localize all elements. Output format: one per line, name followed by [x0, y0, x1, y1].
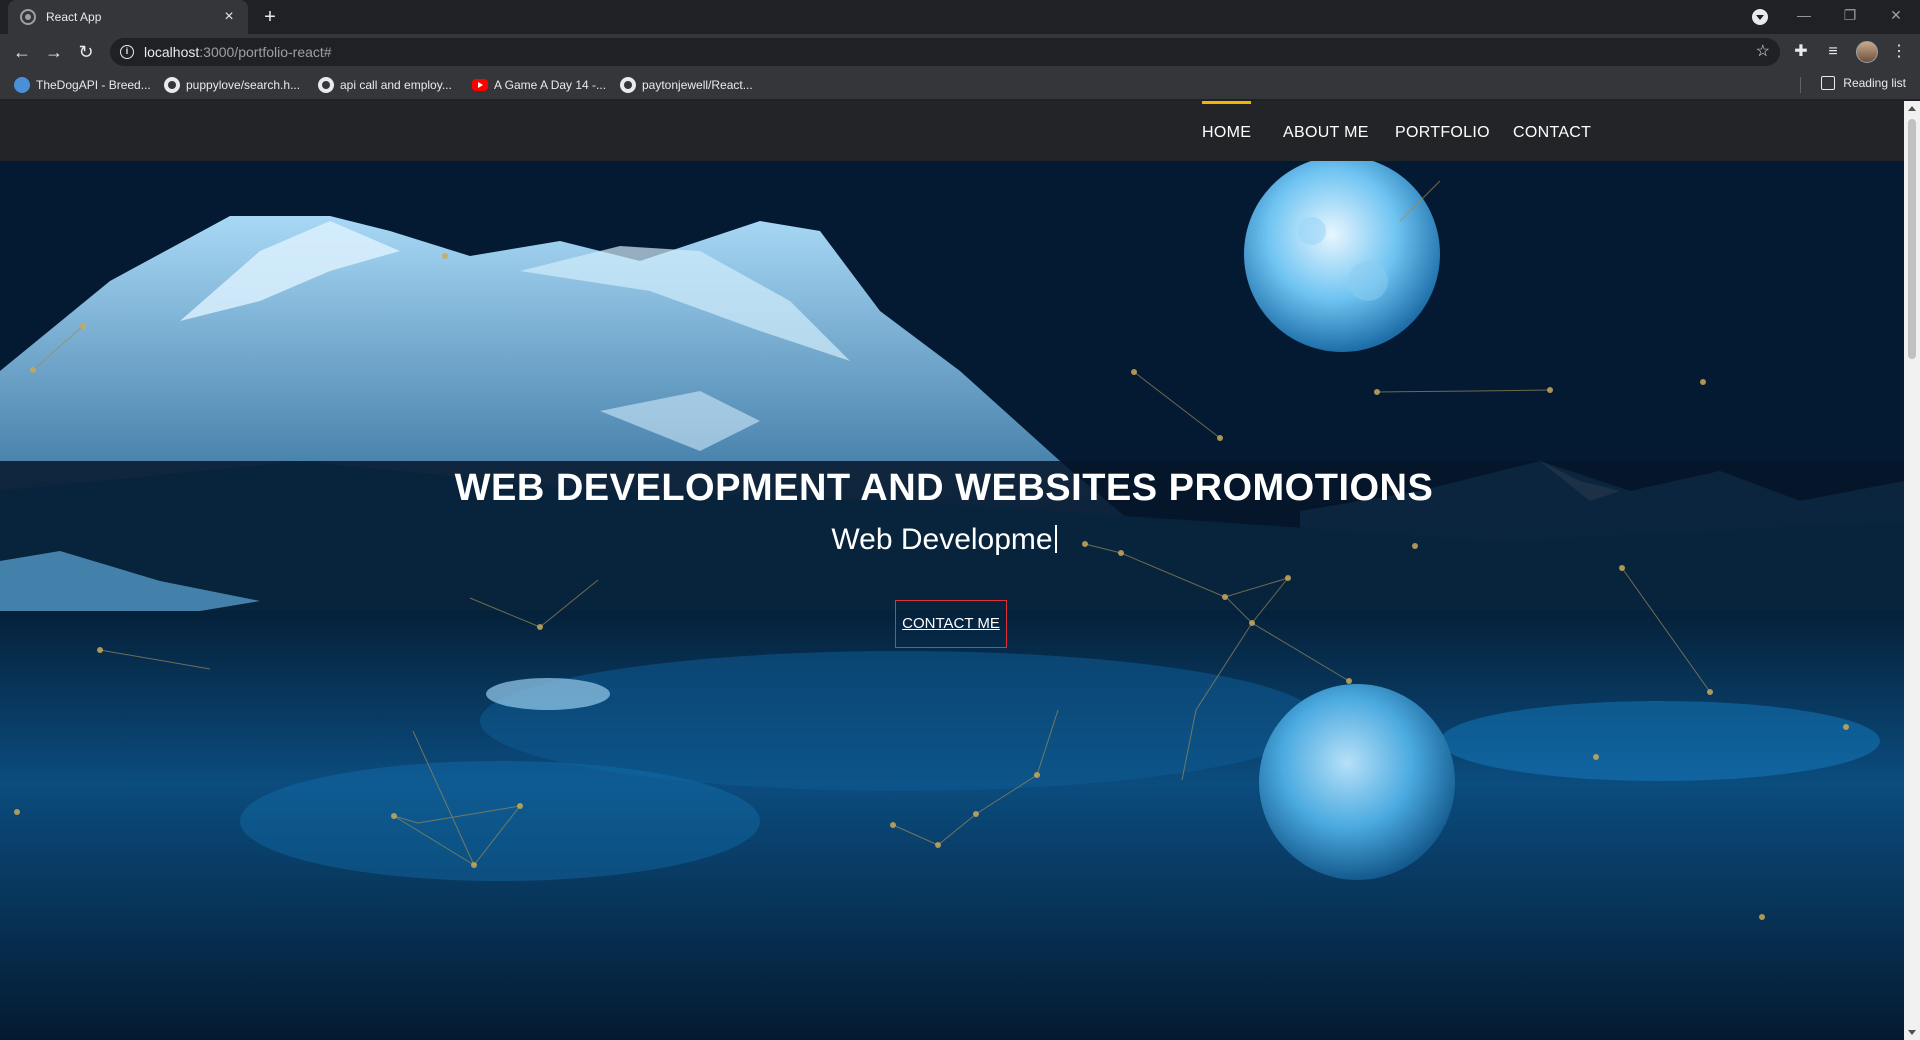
browser-tab[interactable]: React App × [8, 0, 248, 34]
reading-list-button[interactable]: Reading list [1821, 76, 1906, 90]
extensions-puzzle-icon[interactable]: ✚ [1790, 41, 1812, 63]
address-bar[interactable]: i localhost :3000/portfolio-react# ☆ [110, 38, 1780, 66]
scrollbar-thumb[interactable] [1908, 119, 1916, 359]
bookmark-item[interactable]: TheDogAPI - Breed... [14, 76, 151, 94]
dog-api-icon [14, 77, 30, 93]
kebab-menu-icon[interactable]: ⋮ [1888, 41, 1910, 63]
bookmarks-divider [1800, 77, 1801, 93]
site-info-icon[interactable]: i [120, 45, 134, 59]
tab-close-icon[interactable]: × [220, 8, 238, 26]
media-queue-icon[interactable]: ≡ [1822, 41, 1844, 63]
scroll-up-arrow-icon[interactable] [1908, 106, 1916, 111]
minimize-button[interactable]: — [1784, 0, 1824, 30]
youtube-icon [472, 79, 488, 91]
bookmarks-bar: TheDogAPI - Breed... puppylove/search.h.… [0, 70, 1920, 100]
nav-portfolio[interactable]: PORTFOLIO [1395, 101, 1490, 161]
github-icon [164, 77, 180, 93]
forward-arrow-icon[interactable]: → [42, 40, 66, 64]
bookmark-star-icon[interactable]: ☆ [1756, 41, 1770, 61]
bookmark-item[interactable]: paytonjewell/React... [620, 76, 753, 94]
reload-icon[interactable]: ↻ [74, 40, 98, 64]
restore-button[interactable]: ❐ [1830, 0, 1870, 30]
window-close-button[interactable]: ✕ [1876, 0, 1916, 30]
hero-title: WEB DEVELOPMENT AND WEBSITES PROMOTIONS [454, 467, 1434, 509]
contact-me-button[interactable]: CONTACT ME [895, 600, 1007, 648]
typed-text: Web Developme [831, 523, 1053, 556]
reading-list-label: Reading list [1843, 76, 1906, 90]
moon [1244, 161, 1440, 352]
profile-avatar[interactable] [1856, 41, 1878, 63]
scroll-down-arrow-icon[interactable] [1908, 1030, 1916, 1035]
nav-about-me[interactable]: ABOUT ME [1283, 101, 1369, 161]
moon-reflection [1259, 684, 1455, 880]
bookmark-item[interactable]: api call and employ... [318, 76, 452, 94]
tab-search-icon[interactable] [1752, 9, 1768, 25]
bookmark-label: paytonjewell/React... [642, 78, 753, 92]
bookmark-label: A Game A Day 14 -... [494, 78, 607, 92]
browser-toolbar: ← → ↻ i localhost :3000/portfolio-react#… [0, 34, 1920, 70]
browser-tab-strip: React App × + — ❐ ✕ [0, 0, 1920, 34]
url-host: localhost [144, 44, 200, 60]
url-path: :3000/portfolio-react# [199, 44, 332, 60]
nav-contact[interactable]: CONTACT [1513, 101, 1591, 161]
react-favicon-icon [20, 9, 36, 25]
bookmark-label: puppylove/search.h... [186, 78, 301, 92]
bookmark-item[interactable]: A Game A Day 14 -... [472, 76, 606, 94]
hero-section: WEB DEVELOPMENT AND WEBSITES PROMOTIONS … [0, 161, 1904, 1040]
page-viewport: HOME ABOUT ME PORTFOLIO CONTACT WEB DEVE… [0, 101, 1904, 1040]
back-arrow-icon[interactable]: ← [10, 40, 34, 64]
bookmark-item[interactable]: puppylove/search.h... [164, 76, 300, 94]
github-icon [620, 77, 636, 93]
reading-list-icon [1821, 76, 1836, 90]
typing-cursor [1054, 525, 1057, 553]
github-icon [318, 77, 334, 93]
bookmark-label: api call and employ... [340, 78, 452, 92]
bookmark-label: TheDogAPI - Breed... [36, 78, 151, 92]
page-scrollbar[interactable] [1904, 101, 1920, 1040]
new-tab-button[interactable]: + [258, 5, 282, 29]
tab-title: React App [46, 10, 102, 24]
nav-home[interactable]: HOME [1202, 101, 1252, 161]
site-navbar: HOME ABOUT ME PORTFOLIO CONTACT [0, 101, 1904, 161]
hero-typed-subtitle: Web Developme [0, 523, 1888, 557]
